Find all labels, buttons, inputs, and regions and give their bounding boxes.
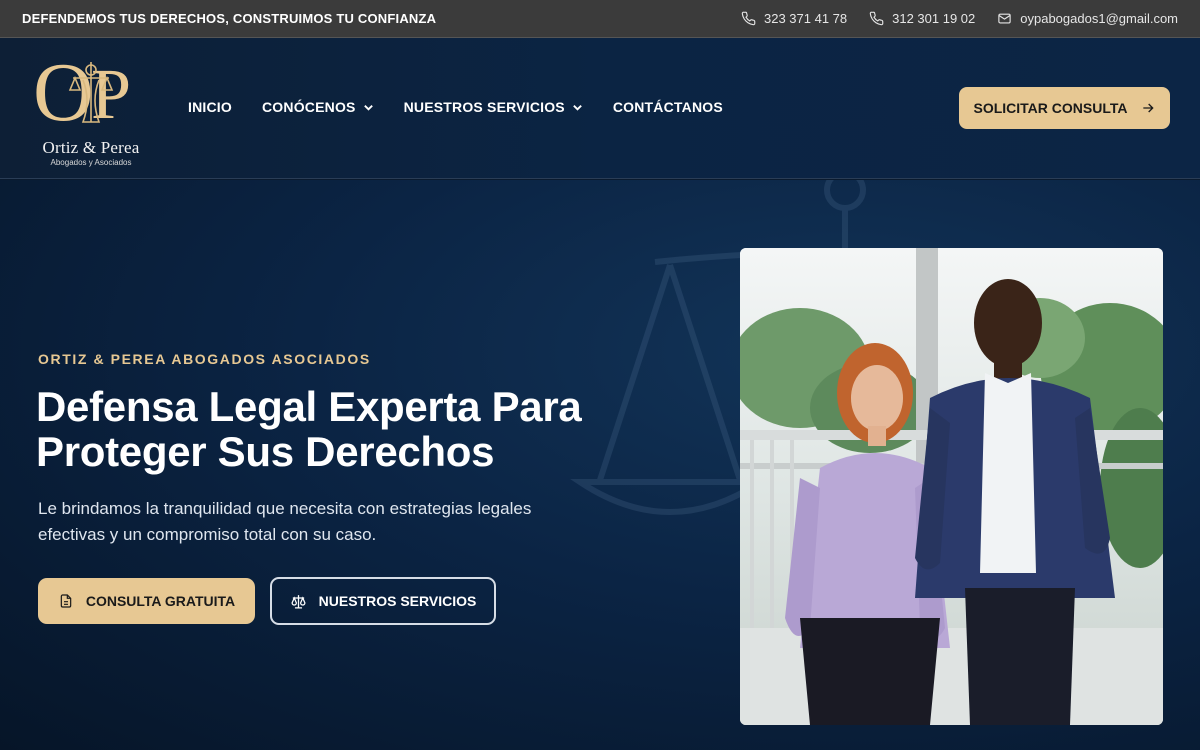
hero-section: ORTIZ & PEREA ABOGADOS ASOCIADOS Defensa… bbox=[0, 180, 1200, 750]
top-bar-tagline: DEFENDEMOS TUS DERECHOS, CONSTRUIMOS TU … bbox=[22, 11, 437, 26]
phone-link-2[interactable]: 312 301 19 02 bbox=[869, 11, 975, 26]
chevron-down-icon bbox=[573, 104, 582, 111]
hero-description: Le brindamos la tranquilidad que necesit… bbox=[38, 496, 598, 548]
logo[interactable]: O P Ortiz & Perea Abogados y Asociados bbox=[30, 52, 152, 167]
email-address: oypabogados1@gmail.com bbox=[1020, 11, 1178, 26]
hero-headline-line-1: Defensa Legal Experta Para bbox=[36, 383, 582, 430]
free-consultation-label: CONSULTA GRATUITA bbox=[85, 593, 236, 609]
hero-headline-line-2: Proteger Sus Derechos bbox=[36, 428, 495, 475]
request-consultation-button[interactable]: SOLICITAR CONSULTA bbox=[959, 87, 1170, 129]
request-consultation-label: SOLICITAR CONSULTA bbox=[973, 100, 1128, 116]
document-icon bbox=[60, 594, 72, 608]
nav-item-inicio[interactable]: INICIO bbox=[188, 99, 232, 115]
scales-icon bbox=[291, 594, 306, 609]
top-bar: DEFENDEMOS TUS DERECHOS, CONSTRUIMOS TU … bbox=[0, 0, 1200, 38]
hero-description-line-2: efectivas y un compromiso total con su c… bbox=[38, 525, 377, 544]
nav-item-conocenos[interactable]: CONÓCENOS bbox=[262, 99, 374, 115]
nav-item-label: CONÓCENOS bbox=[261, 99, 356, 115]
nav-item-label: INICIO bbox=[188, 99, 232, 115]
phone-number-1: 323 371 41 78 bbox=[763, 11, 848, 26]
nav-item-label: NUESTROS SERVICIOS bbox=[403, 99, 565, 115]
chevron-down-icon bbox=[363, 104, 373, 111]
top-bar-contacts: 323 371 41 78 312 301 19 02 oypabogados1… bbox=[741, 11, 1178, 26]
arrow-right-icon bbox=[1142, 103, 1154, 113]
logo-name: Ortiz & Perea bbox=[42, 138, 140, 157]
phone-number-2: 312 301 19 02 bbox=[892, 11, 976, 26]
hero-eyebrow: ORTIZ & PEREA ABOGADOS ASOCIADOS bbox=[38, 351, 371, 367]
logo-monogram: O P bbox=[33, 52, 131, 134]
main-nav: INICIO CONÓCENOS NUESTROS SERVICIOS CONT… bbox=[188, 99, 723, 115]
phone-link-1[interactable]: 323 371 41 78 bbox=[741, 11, 847, 26]
free-consultation-button[interactable]: CONSULTA GRATUITA bbox=[38, 578, 255, 624]
hero-headline: Defensa Legal Experta Para Proteger Sus … bbox=[36, 384, 656, 474]
phone-icon bbox=[741, 11, 756, 26]
email-link[interactable]: oypabogados1@gmail.com bbox=[997, 11, 1178, 26]
our-services-label: NUESTROS SERVICIOS bbox=[318, 593, 477, 609]
nav-item-label: CONTÁCTANOS bbox=[612, 99, 723, 115]
phone-icon bbox=[869, 11, 884, 26]
logo-subtitle: Abogados y Asociados bbox=[50, 158, 132, 167]
mail-icon bbox=[998, 13, 1011, 24]
nav-item-servicios[interactable]: NUESTROS SERVICIOS bbox=[404, 99, 583, 115]
team-photo bbox=[740, 248, 1163, 725]
nav-item-contactanos[interactable]: CONTÁCTANOS bbox=[613, 99, 723, 115]
our-services-button[interactable]: NUESTROS SERVICIOS bbox=[270, 577, 496, 625]
site-header: O P Ortiz & Perea Abogados y Asociados I… bbox=[0, 38, 1200, 179]
hero-description-line-1: Le brindamos la tranquilidad que necesit… bbox=[38, 499, 532, 518]
